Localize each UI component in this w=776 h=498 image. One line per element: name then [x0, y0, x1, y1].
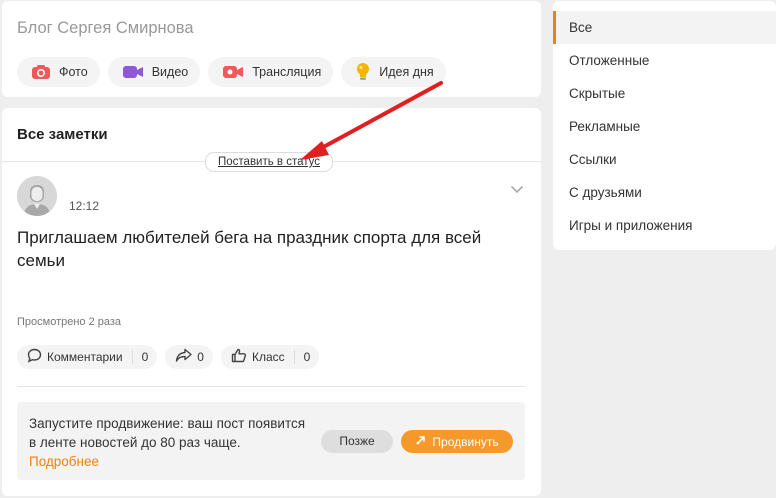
filter-item-scheduled[interactable]: Отложенные — [553, 44, 776, 77]
promotion-text: Запустите продвижение: ваш пост появится… — [29, 416, 306, 450]
more-info-link[interactable]: Подробнее — [29, 454, 99, 469]
video-icon — [122, 64, 144, 80]
share-button[interactable]: 0 — [165, 345, 213, 369]
chevron-down-icon[interactable] — [510, 181, 524, 199]
promotion-text-block: Запустите продвижение: ваш пост появится… — [29, 414, 309, 471]
filter-item-friends[interactable]: С друзьями — [553, 176, 776, 209]
lightbulb-icon — [355, 62, 371, 82]
feed-card: Все заметки Поставить в статус 12:12 При… — [2, 108, 541, 496]
stream-icon — [222, 64, 244, 80]
comment-icon — [27, 348, 42, 366]
composer-title[interactable]: Блог Сергея Смирнова — [17, 19, 194, 38]
filter-item-all[interactable]: Все — [553, 11, 776, 44]
separator — [293, 350, 295, 364]
rocket-icon — [415, 434, 427, 449]
comments-count: 0 — [141, 350, 149, 364]
filter-item-ads[interactable]: Рекламные — [553, 110, 776, 143]
like-button[interactable]: Класс 0 — [220, 345, 320, 369]
composer-card: Блог Сергея Смирнова Фото Видео Трансляц… — [2, 1, 541, 97]
share-count: 0 — [197, 350, 204, 364]
like-count: 0 — [303, 350, 311, 364]
photo-chip-label: Фото — [59, 65, 88, 79]
user-silhouette-icon — [17, 176, 57, 216]
video-chip-label: Видео — [151, 65, 189, 79]
like-label: Класс — [251, 350, 285, 364]
filter-list: Все Отложенные Скрытые Рекламные Ссылки … — [553, 11, 776, 242]
post-actions: Комментарии 0 0 Класс 0 — [17, 345, 320, 369]
comments-button[interactable]: Комментарии 0 — [17, 345, 158, 369]
thumbs-up-icon — [231, 348, 247, 366]
filter-item-hidden[interactable]: Скрытые — [553, 77, 776, 110]
promote-button[interactable]: Продвинуть — [401, 430, 513, 453]
feed-title: Все заметки — [17, 126, 108, 143]
stream-chip-label: Трансляция — [252, 65, 322, 79]
comments-label: Комментарии — [47, 350, 123, 364]
composer-chips: Фото Видео Трансляция Идея дня — [17, 57, 446, 87]
separator — [131, 350, 133, 364]
video-chip[interactable]: Видео — [107, 57, 201, 87]
post-time: 12:12 — [69, 199, 100, 213]
avatar[interactable] — [17, 176, 57, 216]
filter-item-games[interactable]: Игры и приложения — [553, 209, 776, 242]
promotion-banner: Запустите продвижение: ваш пост появится… — [17, 402, 525, 480]
filters-card: Все Отложенные Скрытые Рекламные Ссылки … — [553, 1, 776, 250]
filter-item-links[interactable]: Ссылки — [553, 143, 776, 176]
promote-button-label: Продвинуть — [432, 434, 499, 449]
photo-chip[interactable]: Фото — [17, 57, 100, 87]
post-text[interactable]: Приглашаем любителей бега на праздник сп… — [17, 226, 517, 272]
camera-icon — [31, 64, 51, 80]
later-button[interactable]: Позже — [321, 430, 393, 453]
idea-chip[interactable]: Идея дня — [341, 57, 446, 87]
idea-chip-label: Идея дня — [379, 65, 434, 79]
post-views: Просмотрено 2 раза — [17, 316, 122, 328]
set-status-button[interactable]: Поставить в статус — [205, 152, 334, 172]
divider — [17, 386, 525, 387]
stream-chip[interactable]: Трансляция — [208, 57, 334, 87]
share-icon — [175, 348, 192, 366]
